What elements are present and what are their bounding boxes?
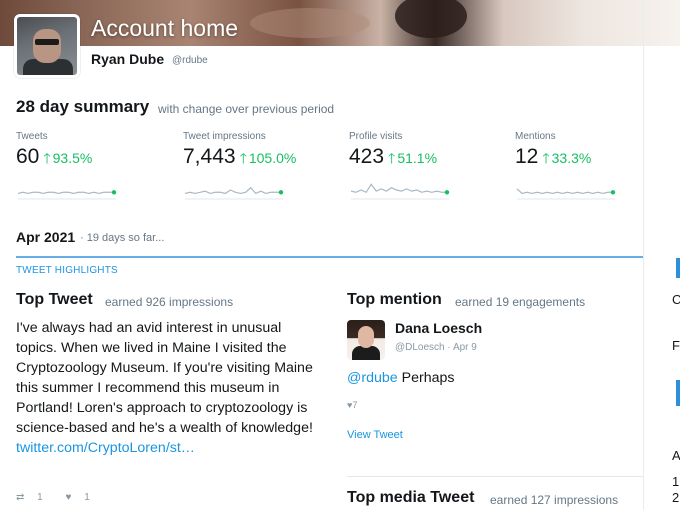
- arrow-up-icon: 🡑: [542, 150, 550, 166]
- metric-label: Tweets: [16, 131, 48, 142]
- metric-label: Tweet impressions: [183, 131, 266, 142]
- sparkline-line: [516, 188, 613, 195]
- metric-label: Profile visits: [349, 131, 403, 142]
- metric-value: 7,443: [183, 145, 236, 168]
- heart-icon: ♥: [65, 492, 72, 503]
- mention-author-name[interactable]: Dana Loesch: [395, 320, 482, 336]
- sparkline-line: [17, 191, 114, 195]
- arrow-up-icon: 🡑: [43, 150, 51, 166]
- top-tweet-actions: ⇄ 1 ♥ 1: [16, 492, 110, 503]
- metric-change: 51.1%: [397, 150, 438, 166]
- sparkline-line: [350, 183, 447, 194]
- metric-value: 60: [16, 145, 40, 168]
- metric-change: 93.5%: [52, 150, 93, 166]
- metric-impressions: Tweet impressions 7,443 🡑 105.0%: [183, 131, 333, 172]
- metric-change: 33.3%: [551, 150, 592, 166]
- mention-at-handle[interactable]: @rdube: [347, 370, 398, 386]
- tweet-highlights-label: TWEET HIGHLIGHTS: [16, 265, 118, 276]
- summary-subtitle: with change over previous period: [158, 102, 335, 116]
- mention-avatar[interactable]: [347, 320, 385, 360]
- top-tweet-text: I've always had an avid interest in unus…: [16, 320, 313, 436]
- top-tweet-title: Top Tweet: [16, 291, 93, 308]
- metric-value: 423: [349, 145, 385, 168]
- sidebar-button-edge[interactable]: [676, 380, 680, 406]
- avatar[interactable]: [14, 14, 80, 78]
- top-tweet-card[interactable]: I've always had an avid interest in unus…: [16, 318, 316, 458]
- top-tweet-subtitle: earned 926 impressions: [105, 295, 234, 309]
- avatar-face: [33, 29, 61, 63]
- retweet-action[interactable]: ⇄ 1: [16, 492, 53, 503]
- top-mention-title: Top mention: [347, 291, 442, 308]
- mention-avatar-face: [358, 326, 374, 348]
- like-action[interactable]: ♥ 1: [66, 492, 100, 503]
- sparkline-endpoint: [111, 190, 117, 195]
- sidebar-partial-text: F: [672, 338, 680, 353]
- mention-avatar-body: [352, 346, 380, 360]
- sidebar-partial-text: 2: [672, 490, 680, 505]
- mention-like-action[interactable]: ♥7: [347, 400, 357, 410]
- top-media-tweet-title: Top media Tweet: [347, 489, 475, 506]
- banner-image-detail: [395, 0, 467, 38]
- banner-image-detail: [250, 8, 370, 38]
- sidebar-partial-text: C: [672, 292, 680, 307]
- sparkline-tweets[interactable]: [16, 178, 120, 202]
- arrow-up-icon: 🡑: [388, 150, 396, 166]
- user-handle[interactable]: @rdube: [172, 55, 208, 66]
- metric-tweets: Tweets 60 🡑 93.5%: [16, 131, 166, 172]
- mention-author-handle[interactable]: @DLoesch · Apr 9: [395, 342, 477, 353]
- section-divider: [16, 256, 643, 258]
- sidebar-partial-text: 1: [672, 474, 680, 489]
- top-mention-subtitle: earned 19 engagements: [455, 295, 586, 309]
- retweet-count: 1: [37, 492, 43, 503]
- retweet-icon: ⇄: [16, 492, 25, 503]
- mention-body: Perhaps: [401, 370, 455, 386]
- sparkline-endpoint: [610, 190, 616, 195]
- sparkline-endpoint: [444, 190, 450, 195]
- header-banner: Account home: [0, 0, 680, 46]
- period-subtitle: · 19 days so far...: [80, 232, 165, 244]
- period-title: Apr 2021: [16, 229, 76, 245]
- metric-profile-visits: Profile visits 423 🡑 51.1%: [349, 131, 499, 172]
- sparkline-impressions[interactable]: [183, 178, 287, 202]
- user-name[interactable]: Ryan Dube: [91, 51, 164, 67]
- top-media-tweet-subtitle: earned 127 impressions: [490, 493, 619, 507]
- mention-like-count: 7: [352, 400, 358, 410]
- sidebar-accent: [676, 258, 680, 278]
- like-count: 1: [84, 492, 90, 503]
- top-tweet-link[interactable]: twitter.com/CryptoLoren/st…: [16, 440, 195, 456]
- mention-divider: [347, 476, 643, 477]
- view-tweet-link[interactable]: View Tweet: [347, 429, 403, 441]
- sidebar-divider: [643, 0, 644, 510]
- sparkline-profile-visits[interactable]: [349, 178, 453, 202]
- metric-change: 105.0%: [248, 150, 297, 166]
- mention-text: @rdube Perhaps: [347, 370, 455, 386]
- summary-title: 28 day summary: [16, 97, 150, 116]
- sparkline-line: [184, 186, 281, 195]
- metric-value: 12: [515, 145, 539, 168]
- arrow-up-icon: 🡑: [239, 150, 247, 166]
- sidebar-partial-text: A: [672, 448, 680, 463]
- sparkline-endpoint: [278, 190, 284, 195]
- avatar-glasses: [35, 39, 59, 45]
- page-title: Account home: [91, 15, 239, 41]
- sparkline-mentions[interactable]: [515, 178, 619, 202]
